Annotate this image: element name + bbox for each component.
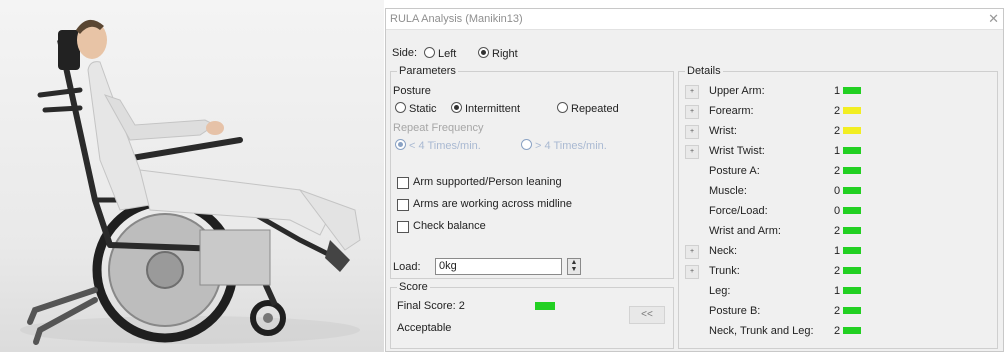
detail-row-force-load: Force/Load: 0 xyxy=(679,202,979,222)
detail-value: 2 xyxy=(834,265,841,277)
detail-row-forearm: + Forearm: 2 xyxy=(679,102,979,122)
arm-supported-checkbox[interactable] xyxy=(397,177,409,189)
repeat-over-4-radio[interactable]: > 4 Times/min. xyxy=(517,139,607,152)
final-score-text: Final Score: 2 xyxy=(397,300,465,312)
detail-row-wrist-twist: + Wrist Twist: 1 xyxy=(679,142,979,162)
detail-score-indicator xyxy=(843,187,861,194)
check-balance-checkbox[interactable] xyxy=(397,221,409,233)
detail-value: 2 xyxy=(834,105,841,117)
detail-score-indicator xyxy=(843,267,861,274)
detail-value: 0 xyxy=(834,185,841,197)
expand-wrist-button[interactable]: + xyxy=(685,125,699,139)
score-legend: Score xyxy=(397,281,430,293)
detail-value: 1 xyxy=(834,145,841,157)
detail-label: Leg: xyxy=(709,285,731,297)
score-verdict: Acceptable xyxy=(397,322,452,334)
detail-label: Neck, Trunk and Leg: xyxy=(709,325,814,337)
detail-label: Forearm: xyxy=(709,105,754,117)
detail-score-indicator xyxy=(843,247,861,254)
expand-neck-button[interactable]: + xyxy=(685,245,699,259)
detail-score-indicator xyxy=(843,127,861,134)
expand-upper-arm-button[interactable]: + xyxy=(685,85,699,99)
detail-row-neck: + Neck: 1 xyxy=(679,242,979,262)
score-group: Score Final Score: 2 Acceptable << xyxy=(390,281,674,349)
expand-trunk-button[interactable]: + xyxy=(685,265,699,279)
posture-intermittent-radio[interactable]: Intermittent xyxy=(447,102,520,115)
repeat-frequency-label: Repeat Frequency xyxy=(393,122,484,134)
arm-supported-label: Arm supported/Person leaning xyxy=(413,176,562,188)
detail-label: Wrist and Arm: xyxy=(709,225,781,237)
detail-label: Posture B: xyxy=(709,305,761,317)
side-right-radio[interactable]: Right xyxy=(474,47,518,60)
detail-value: 1 xyxy=(834,85,841,97)
detail-label: Muscle: xyxy=(709,185,747,197)
detail-score-indicator xyxy=(843,107,861,114)
detail-label: Wrist Twist: xyxy=(709,145,765,157)
detail-score-indicator xyxy=(843,167,861,174)
detail-score-indicator xyxy=(843,207,861,214)
detail-value: 2 xyxy=(834,165,841,177)
detail-value: 2 xyxy=(834,325,841,337)
parameters-legend: Parameters xyxy=(397,65,458,77)
detail-label: Upper Arm: xyxy=(709,85,765,97)
detail-row-leg: Leg: 1 xyxy=(679,282,979,302)
expand-wrist-twist-button[interactable]: + xyxy=(685,145,699,159)
collapse-details-button[interactable]: << xyxy=(629,306,665,324)
final-score-indicator xyxy=(535,302,555,310)
detail-label: Posture A: xyxy=(709,165,760,177)
detail-value: 2 xyxy=(834,225,841,237)
detail-score-indicator xyxy=(843,87,861,94)
detail-row-neck-trunk-leg: Neck, Trunk and Leg: 2 xyxy=(679,322,979,342)
posture-label: Posture xyxy=(393,85,431,97)
posture-static-radio[interactable]: Static xyxy=(391,102,437,115)
detail-label: Trunk: xyxy=(709,265,740,277)
detail-label: Force/Load: xyxy=(709,205,768,217)
detail-row-posture-b: Posture B: 2 xyxy=(679,302,979,322)
detail-row-muscle: Muscle: 0 xyxy=(679,182,979,202)
arms-across-midline-checkbox[interactable] xyxy=(397,199,409,211)
dialog-title: RULA Analysis (Manikin13) xyxy=(390,13,523,25)
detail-value: 2 xyxy=(834,125,841,137)
detail-score-indicator xyxy=(843,147,861,154)
load-input[interactable]: 0kg xyxy=(435,258,562,275)
arms-across-midline-label: Arms are working across midline xyxy=(413,198,572,210)
details-legend: Details xyxy=(685,65,723,77)
detail-value: 1 xyxy=(834,245,841,257)
detail-value: 1 xyxy=(834,285,841,297)
side-label: Side: xyxy=(392,47,418,59)
manikin-wheelchair-illustration xyxy=(20,19,361,345)
posture-repeated-radio[interactable]: Repeated xyxy=(553,102,619,115)
detail-row-trunk: + Trunk: 2 xyxy=(679,262,979,282)
side-left-radio[interactable]: Left xyxy=(420,47,456,60)
detail-value: 0 xyxy=(834,205,841,217)
detail-score-indicator xyxy=(843,327,861,334)
parameters-group: Parameters Posture Static Intermittent R… xyxy=(390,65,674,279)
detail-row-posture-a: Posture A: 2 xyxy=(679,162,979,182)
rula-analysis-dialog: RULA Analysis (Manikin13) ✕ Side: Left R… xyxy=(385,8,1004,352)
close-icon[interactable]: ✕ xyxy=(988,11,999,27)
details-group: Details + Upper Arm: 1 + Forearm: 2 + Wr… xyxy=(678,65,998,349)
detail-label: Neck: xyxy=(709,245,738,257)
detail-score-indicator xyxy=(843,307,861,314)
expand-forearm-button[interactable]: + xyxy=(685,105,699,119)
dialog-titlebar: RULA Analysis (Manikin13) ✕ xyxy=(386,9,1003,30)
detail-label: Wrist: xyxy=(709,125,737,137)
detail-score-indicator xyxy=(843,287,861,294)
load-spinner[interactable]: ▲ ▼ xyxy=(567,258,581,275)
detail-score-indicator xyxy=(843,227,861,234)
detail-value: 2 xyxy=(834,305,841,317)
detail-row-upper-arm: + Upper Arm: 1 xyxy=(679,82,979,102)
detail-row-wrist-and-arm: Wrist and Arm: 2 xyxy=(679,222,979,242)
3d-viewport[interactable] xyxy=(0,0,384,352)
repeat-under-4-radio[interactable]: < 4 Times/min. xyxy=(391,139,481,152)
detail-row-wrist: + Wrist: 2 xyxy=(679,122,979,142)
check-balance-label: Check balance xyxy=(413,220,486,232)
load-label: Load: xyxy=(393,261,421,273)
